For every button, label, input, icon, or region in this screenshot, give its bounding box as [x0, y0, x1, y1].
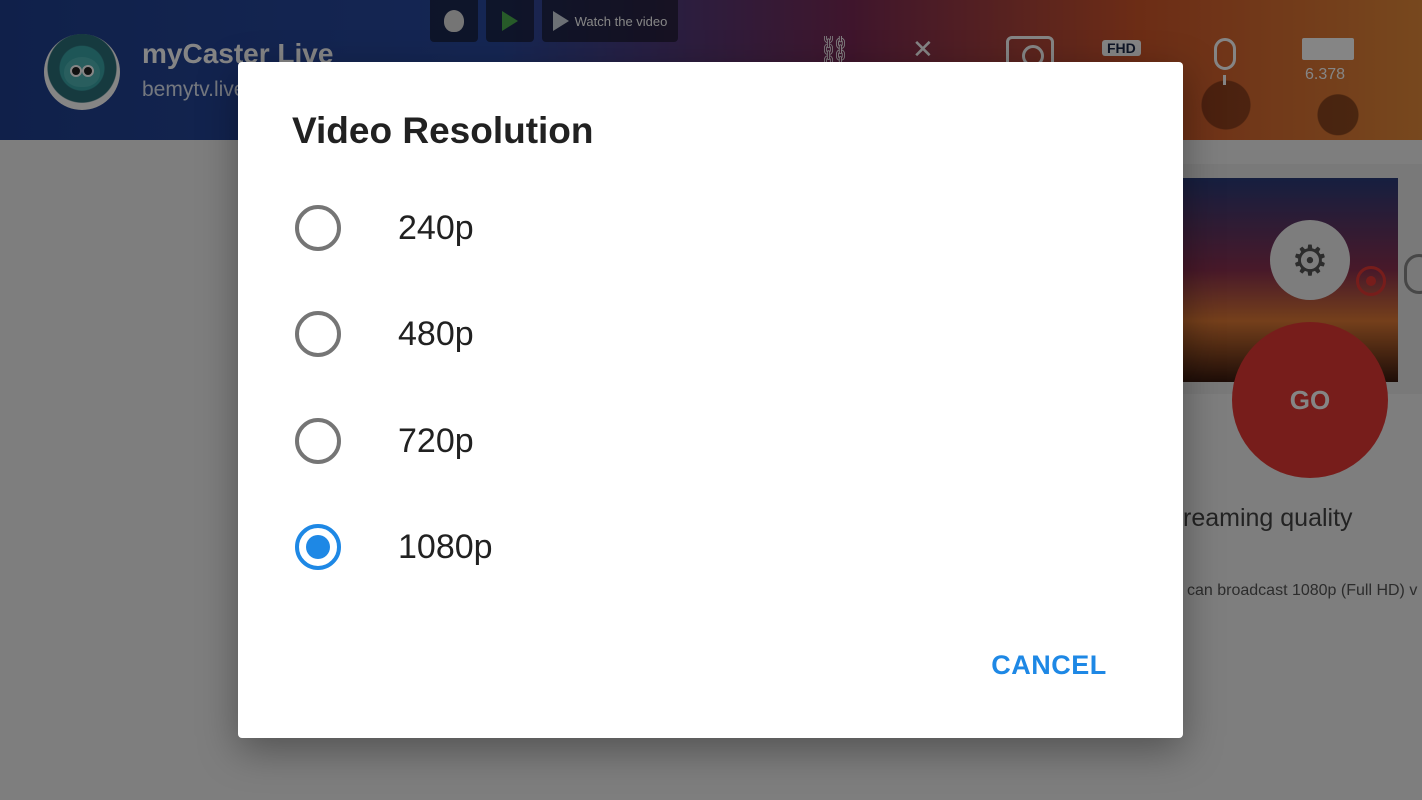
option-label: 480p — [398, 314, 474, 353]
video-resolution-dialog: Video Resolution 240p 480p 720p 1080p CA… — [238, 62, 1183, 738]
radio-selected-dot — [306, 535, 330, 559]
radio-button[interactable] — [295, 418, 341, 464]
option-240p[interactable]: 240p — [238, 175, 1183, 281]
radio-button[interactable] — [295, 205, 341, 251]
option-label: 720p — [398, 421, 474, 460]
option-label: 240p — [398, 208, 474, 247]
option-1080p[interactable]: 1080p — [238, 494, 1183, 600]
radio-button[interactable] — [295, 311, 341, 357]
radio-button-selected[interactable] — [295, 524, 341, 570]
dialog-title: Video Resolution — [292, 110, 594, 151]
option-720p[interactable]: 720p — [238, 388, 1183, 494]
cancel-button[interactable]: CANCEL — [974, 630, 1124, 700]
option-label: 1080p — [398, 527, 493, 566]
option-480p[interactable]: 480p — [238, 281, 1183, 387]
